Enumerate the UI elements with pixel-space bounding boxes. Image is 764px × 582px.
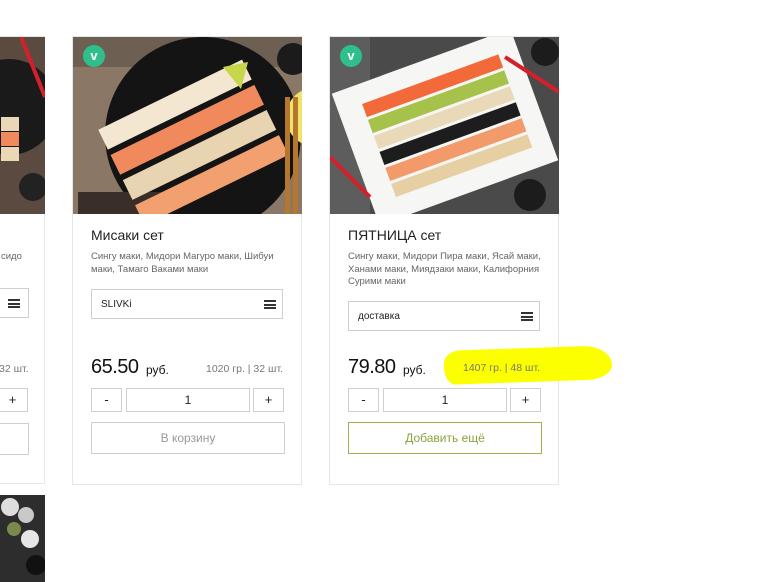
quantity-input[interactable]: 1 [383,388,507,412]
product-card: v Мисаки сет Сингу маки, Мидори Магуро м… [72,36,302,485]
product-card: v ПЯТНИЦА сет Сингу маки, Мидори Пира ма… [329,36,559,485]
product-weight: 1020 гр. | 32 шт. [206,363,284,375]
product-description: Сингу маки, Мидори Магуро маки, Шибуи ма… [91,251,274,275]
product-card-partial: сидо 32 шт. + [0,36,45,484]
quantity-increase-button[interactable]: + [0,388,28,412]
option-select-value: SLIVKi [101,299,132,310]
product-photo[interactable]: v [330,37,559,214]
vegetarian-badge-icon: v [83,45,105,67]
quantity-input[interactable]: 1 [126,388,250,412]
quantity-increase-button[interactable]: + [253,388,284,412]
product-description: сидо [1,251,22,262]
add-to-cart-button[interactable]: В корзину [91,422,285,454]
product-title: ПЯТНИЦА сет [348,227,442,243]
product-price: 65.50 [91,356,139,378]
menu-icon [8,299,20,308]
menu-icon [521,312,533,321]
menu-icon [264,300,276,309]
product-price: 79.80 [348,356,396,378]
option-select-value: доставка [358,311,400,322]
option-select[interactable]: SLIVKi [91,289,283,319]
vegetarian-badge-icon: v [340,45,362,67]
add-more-button[interactable]: Добавить ещё [348,422,542,454]
product-description: Сингу маки, Мидори Пира маки, Ясай маки,… [348,251,541,287]
product-photo[interactable] [0,495,45,582]
product-weight: 32 шт. [0,363,29,375]
option-select[interactable]: доставка [348,301,540,331]
option-select[interactable] [0,288,29,318]
quantity-increase-button[interactable]: + [510,388,541,412]
product-weight: 1407 гр. | 48 шт. [463,362,541,374]
quantity-decrease-button[interactable]: - [348,388,379,412]
product-photo[interactable]: v [73,37,302,214]
product-photo[interactable] [0,37,45,214]
price-currency: руб. [403,363,426,377]
price-currency: руб. [146,363,169,377]
quantity-decrease-button[interactable]: - [91,388,122,412]
add-to-cart-button[interactable] [0,423,29,455]
product-title: Мисаки сет [91,227,164,243]
